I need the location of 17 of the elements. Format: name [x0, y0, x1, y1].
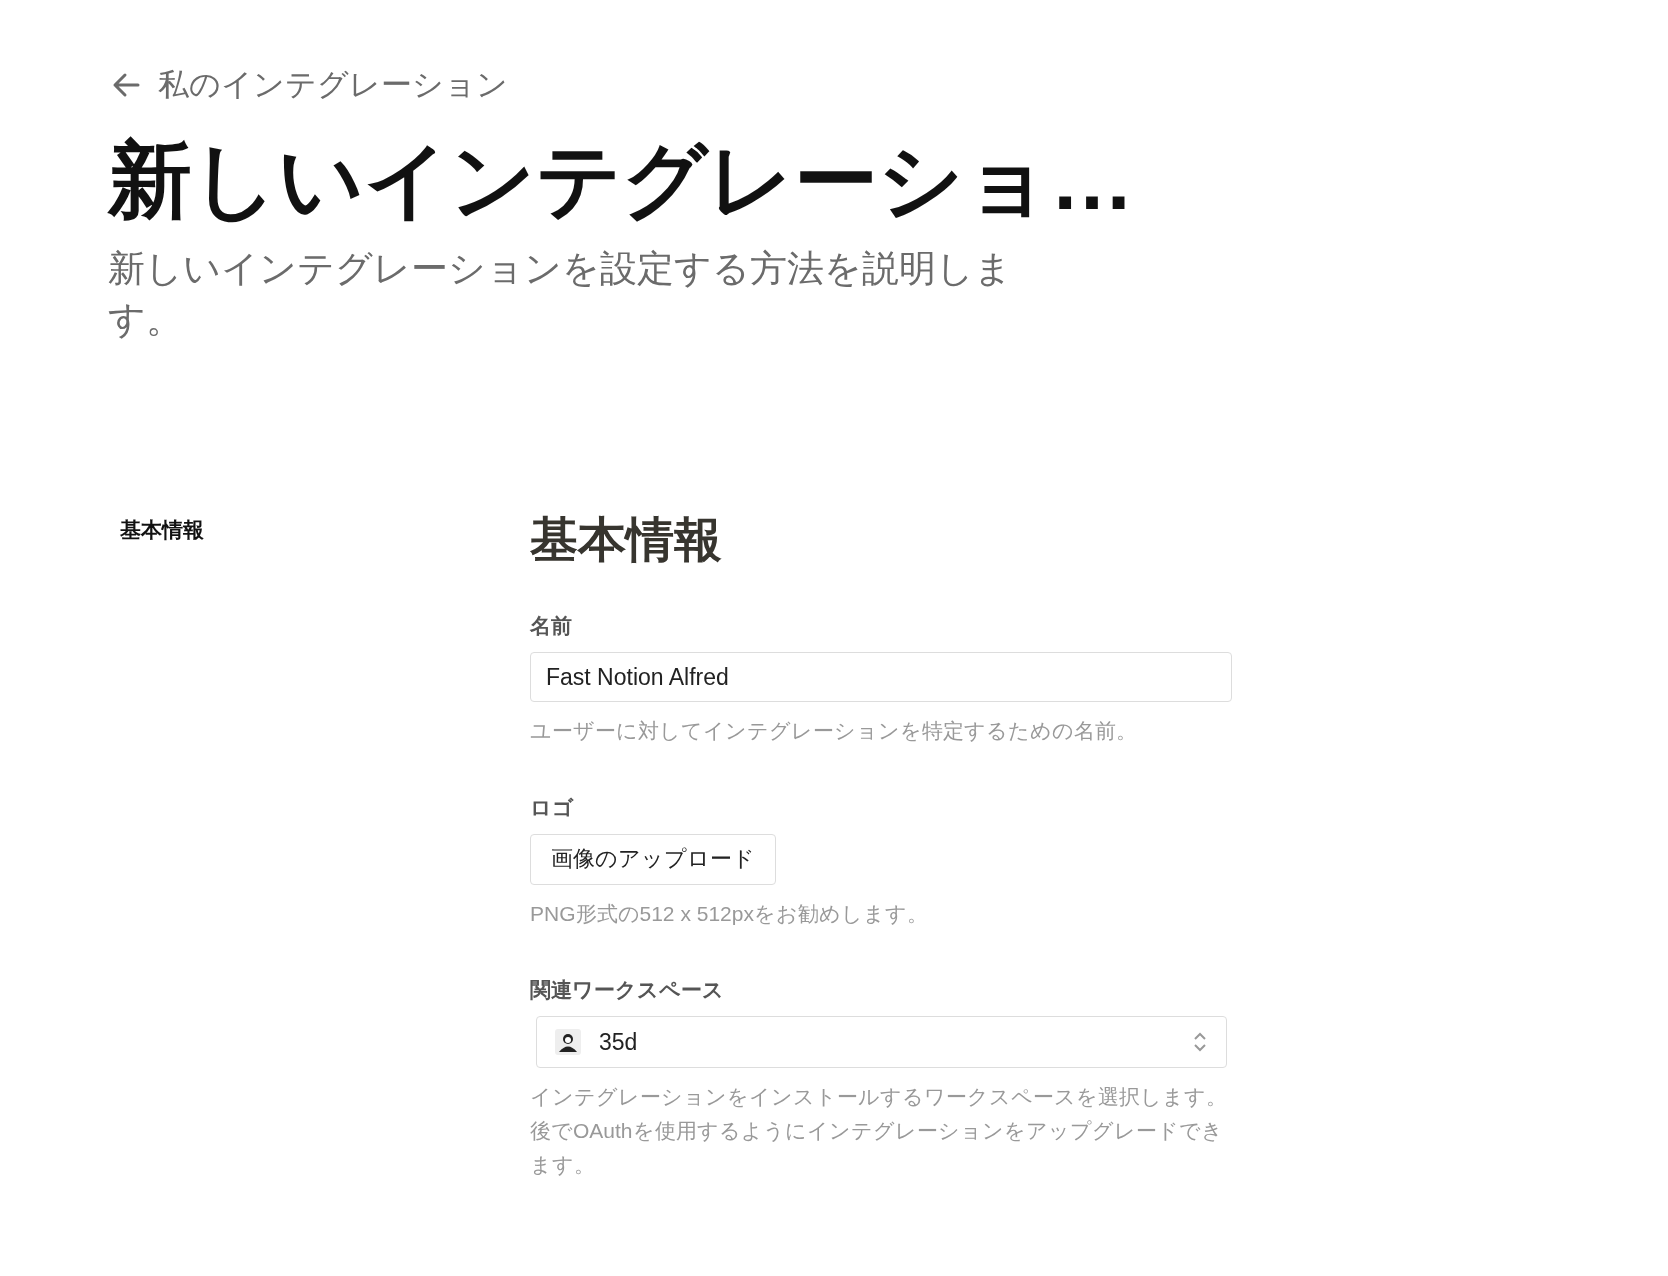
field-label: 名前	[530, 613, 573, 640]
help-text: PNG形式の512 x 512pxをお勧めします。	[530, 900, 929, 927]
page-subtitle: 新しいインテグレーションを設定する方法を説明します。	[108, 246, 1013, 343]
upload-button[interactable]: 画像のアップロード	[530, 833, 776, 885]
page-title: 新しいインテグレーショ…	[108, 132, 1135, 229]
name-field[interactable]: Fast Notion Alfred	[530, 652, 1232, 703]
workspace-value: 35d	[599, 1028, 639, 1056]
help-text: ユーザーに対してインテグレーションを特定するための名前。	[530, 718, 1138, 745]
help-text: インテグレーションをインストールするワークスペースを選択します。後でOAuthを使用するようにインテグレーションをアップグレードできます。	[530, 1084, 1228, 1178]
field-label: ロゴ	[530, 794, 575, 821]
avatar-icon	[555, 1029, 581, 1056]
back-link[interactable]: 私のインテグレーション	[108, 64, 508, 106]
chevron-updown-icon	[1192, 1031, 1208, 1054]
field-label: 関連ワークスペース	[530, 977, 725, 1004]
sidebar-item[interactable]: 基本情報	[120, 516, 204, 545]
section-heading: 基本情報	[530, 512, 723, 569]
workspace-select[interactable]: 35d	[536, 1016, 1227, 1069]
